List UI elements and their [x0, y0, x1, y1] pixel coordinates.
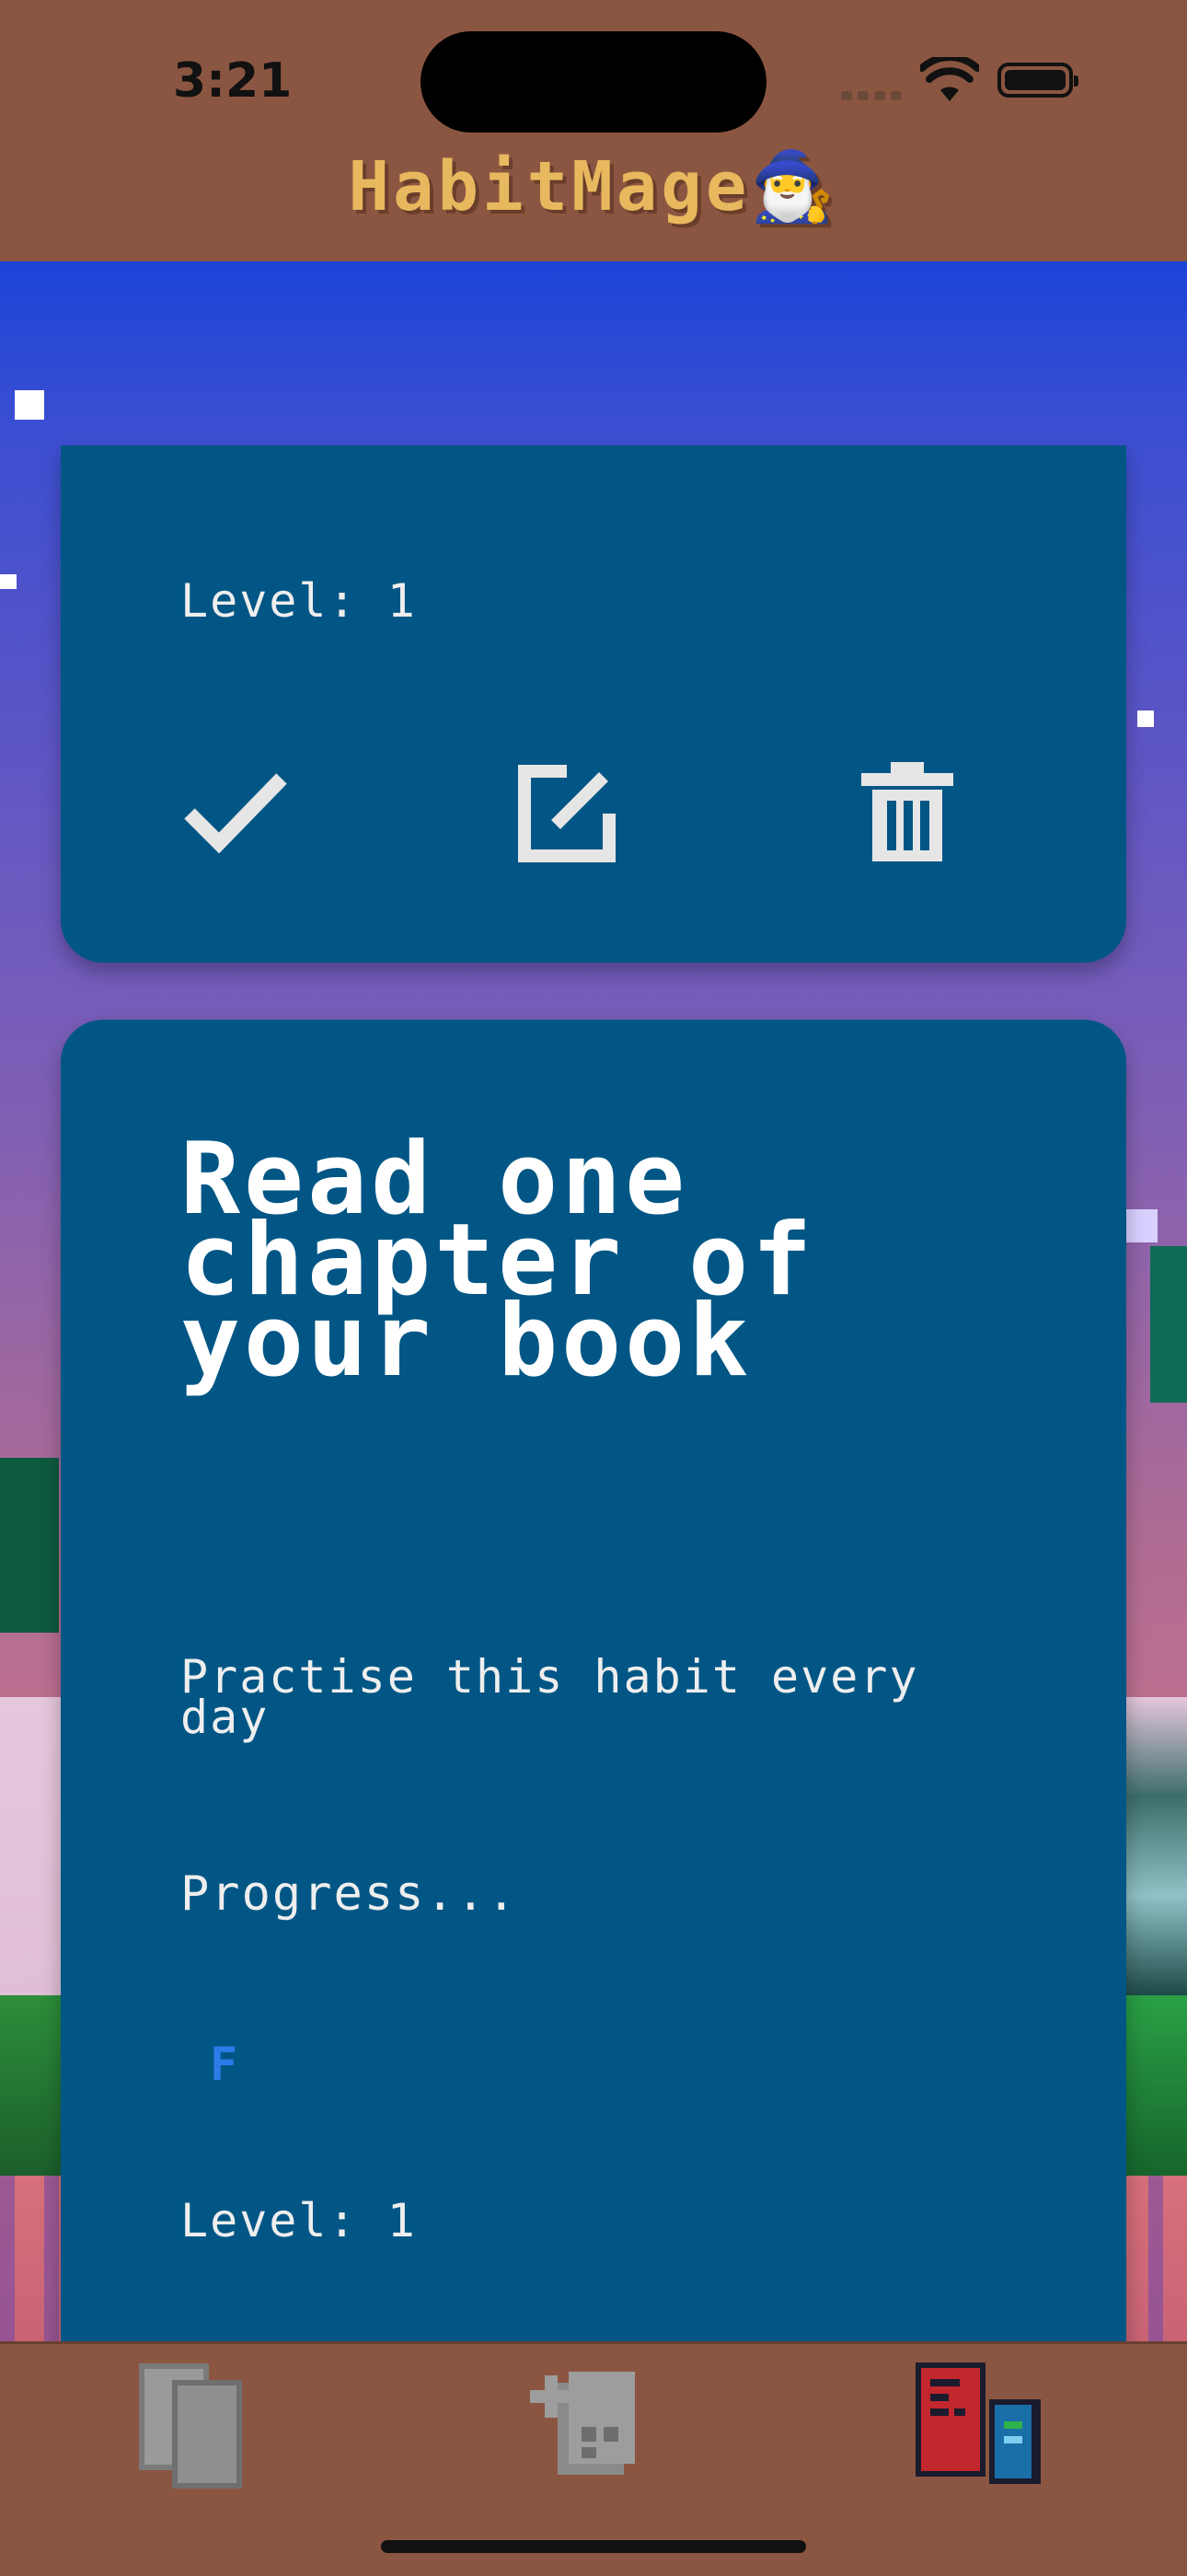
star-decoration: [1137, 710, 1154, 727]
progress-grade: F: [210, 2038, 238, 2091]
star-decoration: [1124, 1209, 1158, 1242]
level-label: Level: 1: [180, 2194, 417, 2247]
cards-icon: [139, 2363, 242, 2489]
habit-frequency: Practise this habit every day: [180, 1650, 919, 1744]
dynamic-island: [421, 31, 766, 133]
progress-label: Progress...: [180, 1866, 518, 1922]
hill-decoration: [0, 1697, 64, 2194]
wizard-icon: 🧙‍♂️: [750, 147, 839, 226]
cellular-signal-icon: [841, 87, 907, 104]
app-title: HabitMage🧙‍♂️: [0, 147, 1187, 227]
tab-habits[interactable]: [129, 2362, 276, 2510]
card-actions: [180, 758, 1027, 869]
tab-add-habit[interactable]: [524, 2362, 672, 2510]
habit-title: Read one chapter of your book: [180, 1122, 816, 1399]
edit-icon: [518, 765, 616, 862]
habit-card: Read one chapter of your book Practise t…: [61, 1020, 1126, 2341]
battery-icon: [997, 63, 1078, 98]
app-title-text: HabitMage: [348, 147, 751, 226]
home-indicator[interactable]: [381, 2540, 806, 2553]
tree-decoration: [1150, 1246, 1187, 1403]
delete-button[interactable]: [852, 758, 962, 869]
top-bar: 3:21 HabitMage🧙‍♂️: [0, 0, 1187, 261]
wifi-icon: [920, 57, 979, 101]
books-icon: [916, 2362, 1041, 2484]
tree-decoration: [0, 1458, 59, 1633]
checkmark-icon: [184, 773, 287, 854]
status-time: 3:21: [173, 53, 293, 109]
pixel-background: Level: 1 Read one chapter of your book P…: [0, 261, 1187, 2341]
complete-button[interactable]: [180, 758, 291, 869]
level-label: Level: 1: [180, 574, 417, 628]
star-decoration: [0, 574, 17, 589]
add-habit-icon: [530, 2372, 635, 2475]
trash-icon: [861, 762, 953, 861]
habit-card: Level: 1: [61, 445, 1126, 963]
tab-library[interactable]: [916, 2362, 1063, 2510]
star-decoration: [15, 390, 44, 420]
edit-button[interactable]: [512, 758, 622, 869]
